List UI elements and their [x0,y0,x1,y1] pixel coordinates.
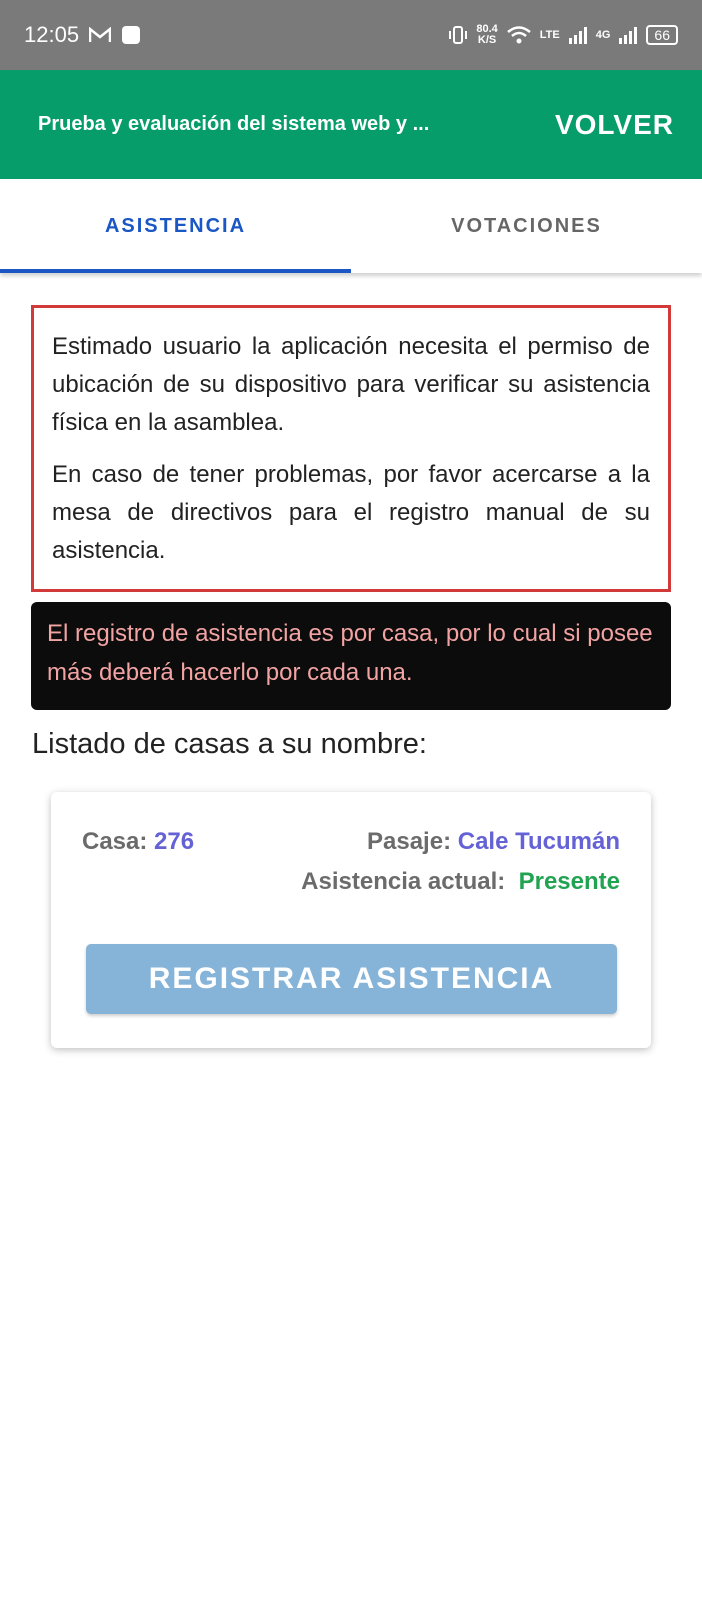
status-bar: 12:05 80.4 K/S LTE 4G 66 [0,0,702,70]
location-permission-notice: Estimado usuario la aplicación necesita … [31,305,671,592]
notice-paragraph: En caso de tener problemas, por favor ac… [52,461,650,564]
app-title: Prueba y evaluación del sistema web y ..… [38,113,430,135]
attendance-status: Asistencia actual: Presente [301,868,620,896]
battery-indicator: 66 [646,25,678,45]
app-bar: Prueba y evaluación del sistema web y ..… [0,70,702,179]
house-card: Casa: 276 Pasaje: Cale Tucumán Asistenci… [51,792,651,1048]
register-attendance-button[interactable]: REGISTRAR ASISTENCIA [86,944,617,1014]
street-info: Pasaje: Cale Tucumán [367,828,620,856]
house-number: 276 [154,828,195,855]
signal-icon [568,27,587,44]
notice-paragraph: Estimado usuario la aplicación necesita … [52,333,650,436]
attendance-alert: El registro de asistencia es por casa, p… [31,602,671,710]
vibrate-icon [449,26,468,44]
back-button[interactable]: VOLVER [555,109,674,141]
street-value: Cale Tucumán [457,828,620,855]
network-4g-label: 4G [595,29,611,41]
attendance-value: Presente [518,868,620,895]
gmail-icon [89,27,112,42]
tab-votes[interactable]: VOTACIONES [351,179,702,273]
tab-attendance[interactable]: ASISTENCIA [0,179,351,273]
wifi-icon [506,26,531,44]
app-notification-icon [122,26,141,44]
lte-label: LTE [539,29,560,41]
street-label: Pasaje: [367,828,452,855]
netspeed-unit: K/S [477,34,497,46]
houses-list-title: Listado de casas a su nombre: [32,728,427,760]
signal-icon [619,27,638,44]
status-time: 12:05 [24,22,80,47]
attendance-label: Asistencia actual: [301,868,506,895]
tab-bar: ASISTENCIA VOTACIONES [0,179,702,273]
network-speed: 80.4 K/S [476,24,497,46]
house-info: Casa: 276 [82,828,194,856]
house-label: Casa: [82,828,148,855]
